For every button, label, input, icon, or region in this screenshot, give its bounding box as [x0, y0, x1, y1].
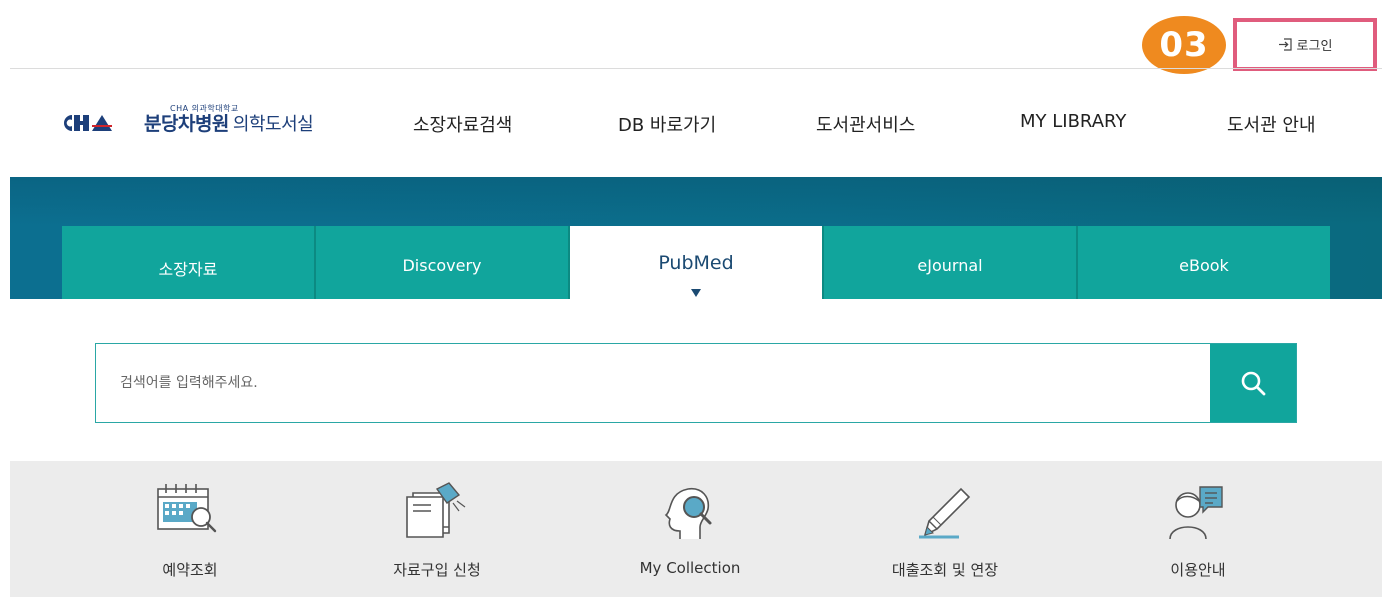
calendar-search-icon — [157, 484, 217, 533]
site-logo[interactable]: CHA 의과학대학교 분당차병원 의학도서실 — [58, 104, 314, 135]
nav-item-my-library[interactable]: MY LIBRARY — [1020, 111, 1126, 132]
search-input[interactable] — [96, 344, 1210, 422]
quick-item-label: My Collection — [639, 559, 741, 577]
quick-item-reservation[interactable]: 예약조회 — [90, 461, 290, 597]
cha-logo-mark-icon — [64, 115, 112, 131]
login-button[interactable]: 로그인 — [1233, 18, 1377, 71]
tab-label: PubMed — [658, 252, 734, 274]
nav-item-library-services[interactable]: 도서관서비스 — [816, 111, 915, 137]
quick-item-my-collection[interactable]: My Collection — [590, 461, 790, 597]
quick-item-label: 이용안내 — [1170, 561, 1226, 579]
quick-item-label: 자료구입 신청 — [393, 561, 481, 579]
quick-item-loan-renewal[interactable]: 대출조회 및 연장 — [845, 461, 1045, 597]
person-chat-icon — [1169, 486, 1223, 540]
quick-item-label: 예약조회 — [162, 561, 218, 579]
login-label: 로그인 — [1296, 39, 1333, 54]
book-request-icon — [406, 482, 466, 538]
logo-library-name: 의학도서실 — [232, 114, 314, 135]
tab-ebook[interactable]: eBook — [1078, 226, 1330, 299]
tab-discovery[interactable]: Discovery — [316, 226, 570, 299]
login-icon — [1278, 38, 1292, 51]
step-badge: 03 — [1142, 16, 1226, 74]
search-tabs: 소장자료 Discovery PubMed eJournal eBook — [62, 226, 1330, 299]
pencil-icon — [919, 487, 971, 539]
top-utility-bar: 03 로그인 — [0, 0, 1382, 74]
tab-label: Discovery — [402, 256, 482, 275]
tab-ejournal[interactable]: eJournal — [824, 226, 1078, 299]
tab-pubmed[interactable]: PubMed — [570, 226, 824, 299]
search-button[interactable] — [1210, 344, 1296, 422]
quick-menu: 예약조회 자료구입 신청 My Collection 대출조회 및 연장 이용안… — [10, 461, 1382, 597]
main-navigation: CHA 의과학대학교 분당차병원 의학도서실 소장자료검색 DB 바로가기 도서… — [0, 69, 1382, 177]
quick-item-purchase-request[interactable]: 자료구입 신청 — [337, 461, 537, 597]
search-bar — [95, 343, 1297, 423]
quick-item-usage-guide[interactable]: 이용안내 — [1098, 461, 1298, 597]
logo-hospital-name: 분당차병원 — [144, 113, 229, 135]
search-icon — [1241, 371, 1266, 396]
tab-collection[interactable]: 소장자료 — [62, 226, 316, 299]
head-magnifier-icon — [664, 487, 712, 539]
tab-label: 소장자료 — [158, 260, 218, 279]
logo-subtitle: CHA 의과학대학교 — [170, 104, 239, 113]
nav-item-collection-search[interactable]: 소장자료검색 — [413, 111, 512, 137]
tab-label: eJournal — [917, 256, 983, 275]
nav-item-db-shortcut[interactable]: DB 바로가기 — [618, 111, 716, 137]
banner-shade — [10, 177, 1382, 225]
quick-item-label: 대출조회 및 연장 — [891, 561, 999, 579]
caret-down-icon — [691, 289, 701, 297]
nav-item-library-guide[interactable]: 도서관 안내 — [1227, 111, 1316, 137]
tab-label: eBook — [1179, 256, 1229, 275]
